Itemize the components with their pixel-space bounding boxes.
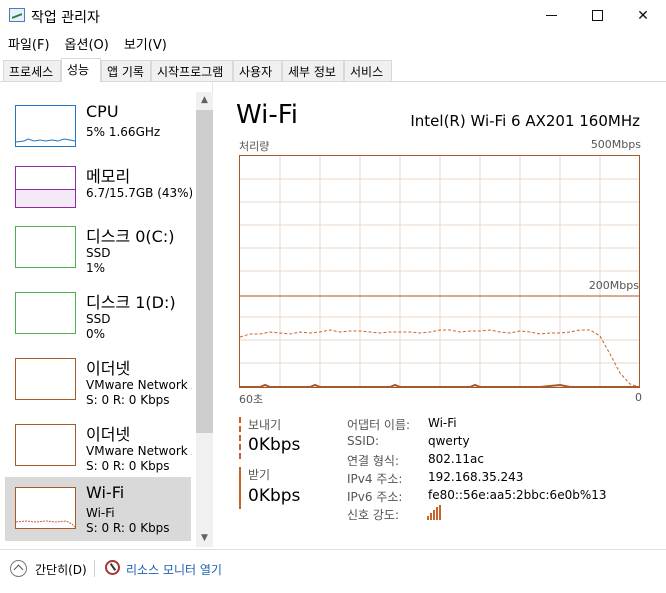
title-bar: 작업 관리자 ✕ <box>0 0 666 31</box>
sidebar-item-title: 디스크 1(D:) <box>86 293 176 312</box>
tab-performance[interactable]: 성능 <box>61 58 101 82</box>
detail-connection-type-label: 연결 형식: <box>347 454 400 468</box>
maximize-button[interactable] <box>574 0 620 31</box>
sidebar-scrollbar[interactable]: ▲ ▼ <box>196 92 213 547</box>
sidebar-item-title: 디스크 0(C:) <box>86 227 175 246</box>
tab-startup[interactable]: 시작프로그램 <box>151 60 233 81</box>
chevron-up-icon[interactable] <box>10 560 27 577</box>
sidebar-item-disk-0[interactable]: 디스크 0(C:) SSD 1% <box>5 217 191 281</box>
minimize-button[interactable] <box>528 0 574 31</box>
sidebar-item-wifi[interactable]: Wi-Fi Wi-Fi S: 0 R: 0 Kbps <box>5 477 191 541</box>
graph-time-end: 0 <box>635 391 642 404</box>
disk0-thumbnail-graph <box>15 226 76 268</box>
sidebar-item-adapter: VMware Network Ad <box>86 444 192 458</box>
sidebar-item-memory[interactable]: 메모리 6.7/15.7GB (43%) <box>5 157 192 221</box>
receive-label: 받기 <box>248 468 271 482</box>
sidebar-item-ethernet-2[interactable]: 이더넷 VMware Network Ad S: 0 R: 0 Kbps <box>5 415 192 479</box>
window-title: 작업 관리자 <box>31 10 100 26</box>
sidebar-item-detail: 5% 1.66GHz <box>86 125 161 139</box>
sidebar-item-title: CPU <box>86 102 119 121</box>
detail-ipv6-value: fe80::56e:aa5:2bbc:6e0b%13 <box>428 488 607 502</box>
menu-view[interactable]: 보기(V) <box>116 31 174 55</box>
tab-services[interactable]: 서비스 <box>344 60 392 81</box>
sidebar-item-throughput: S: 0 R: 0 Kbps <box>86 459 170 473</box>
detail-connection-type-value: 802.11ac <box>428 452 484 466</box>
detail-adapter-name-label: 어댑터 이름: <box>347 418 411 432</box>
sidebar-item-title: 이더넷 <box>86 425 131 444</box>
detail-signal-label: 신호 강도: <box>347 508 400 522</box>
disk1-thumbnail-graph <box>15 292 76 334</box>
fewer-details-button[interactable]: 간단히(D) <box>35 561 87 578</box>
send-value: 0Kbps <box>248 435 301 455</box>
scroll-up-icon[interactable]: ▲ <box>196 92 213 109</box>
scroll-down-icon[interactable]: ▼ <box>196 530 213 547</box>
tab-processes[interactable]: 프로세스 <box>3 60 61 81</box>
detail-adapter-name-value: Wi-Fi <box>428 416 457 430</box>
sidebar-item-title: Wi-Fi <box>86 483 125 502</box>
close-icon: ✕ <box>637 7 649 24</box>
detail-ipv4-label: IPv4 주소: <box>347 472 403 486</box>
adapter-name: Intel(R) Wi-Fi 6 AX201 160MHz <box>410 112 640 130</box>
resource-monitor-icon[interactable] <box>105 560 120 575</box>
footer-separator <box>94 560 95 577</box>
sidebar-item-title: 이더넷 <box>86 359 131 378</box>
tab-app-history[interactable]: 앱 기록 <box>101 60 151 81</box>
send-legend-marker <box>239 417 241 459</box>
graph-max-label: 500Mbps <box>590 138 641 151</box>
sidebar-item-cpu[interactable]: CPU 5% 1.66GHz <box>5 96 191 160</box>
tab-users[interactable]: 사용자 <box>233 60 282 81</box>
tab-bar: 프로세스 성능 앱 기록 시작프로그램 사용자 세부 정보 서비스 <box>0 58 666 82</box>
close-button[interactable]: ✕ <box>620 0 666 31</box>
graph-label: 처리량 <box>239 140 270 153</box>
minimize-icon <box>545 15 557 16</box>
detail-ssid-label: SSID: <box>347 434 380 448</box>
scrollbar-thumb[interactable] <box>196 110 213 433</box>
receive-legend-marker <box>239 467 241 509</box>
sidebar-item-adapter: Wi-Fi <box>86 506 115 520</box>
sidebar-item-disk-1[interactable]: 디스크 1(D:) SSD 0% <box>5 283 191 347</box>
detail-ipv4-value: 192.168.35.243 <box>428 470 524 484</box>
task-manager-icon <box>9 8 25 22</box>
receive-value: 0Kbps <box>248 486 301 506</box>
sidebar-item-throughput: S: 0 R: 0 Kbps <box>86 393 170 407</box>
sidebar-item-title: 메모리 <box>86 167 131 186</box>
sidebar-item-detail: 6.7/15.7GB (43%) <box>86 186 192 200</box>
sidebar-item-usage: 1% <box>86 261 106 275</box>
open-resource-monitor-link[interactable]: 리소스 모니터 열기 <box>126 561 222 578</box>
tab-details[interactable]: 세부 정보 <box>282 60 344 81</box>
menu-file[interactable]: 파일(F) <box>0 31 57 55</box>
sidebar-item-ethernet-1[interactable]: 이더넷 VMware Network Ad S: 0 R: 0 Kbps <box>5 349 192 413</box>
menu-options[interactable]: 옵션(O) <box>57 31 116 55</box>
throughput-graph-svg <box>240 156 639 387</box>
menu-bar: 파일(F) 옵션(O) 보기(V) <box>0 31 174 55</box>
graph-mid-label: 200Mbps <box>588 279 639 292</box>
maximize-icon <box>591 10 603 21</box>
sidebar-item-adapter: VMware Network Ad <box>86 378 192 392</box>
memory-thumbnail-graph <box>15 166 76 208</box>
sidebar-item-type: SSD <box>86 312 111 326</box>
cpu-thumbnail-graph <box>15 105 76 147</box>
ethernet2-thumbnail-graph <box>15 424 76 466</box>
detail-ipv6-label: IPv6 주소: <box>347 490 403 504</box>
footer: 간단히(D) 리소스 모니터 열기 <box>0 549 666 593</box>
signal-strength-icon <box>427 505 443 520</box>
throughput-graph <box>239 155 640 388</box>
sidebar-item-type: SSD <box>86 246 111 260</box>
sidebar-item-throughput: S: 0 R: 0 Kbps <box>86 521 170 535</box>
page-title: Wi-Fi <box>236 100 299 130</box>
send-label: 보내기 <box>248 418 282 432</box>
sidebar-item-usage: 0% <box>86 327 106 341</box>
detail-ssid-value: qwerty <box>428 434 470 448</box>
wifi-thumbnail-graph <box>15 487 76 529</box>
ethernet1-thumbnail-graph <box>15 358 76 400</box>
graph-time-start: 60초 <box>239 393 264 406</box>
